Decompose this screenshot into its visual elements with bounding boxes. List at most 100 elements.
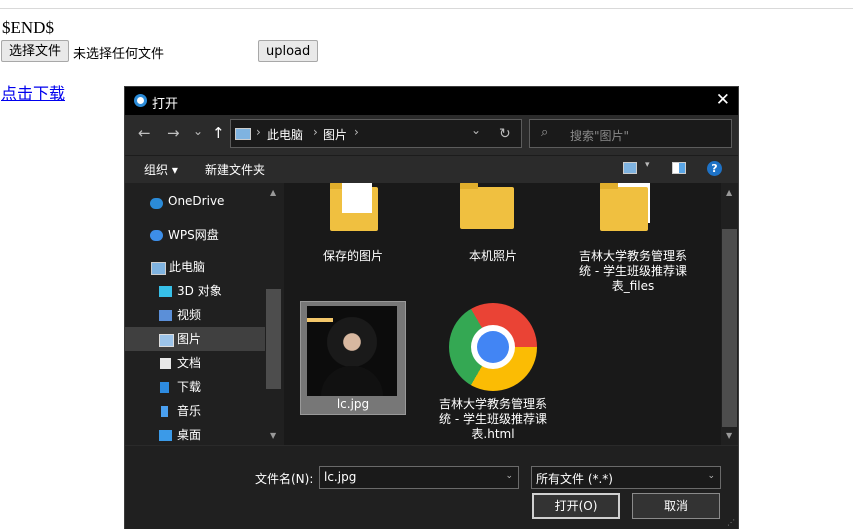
upload-button[interactable]: upload (258, 40, 319, 62)
back-arrow-icon[interactable]: ← (138, 124, 151, 142)
breadcrumb-separator: › (313, 125, 318, 139)
sidebar-item-music[interactable]: 音乐 (125, 399, 265, 423)
sidebar-scrollbar[interactable]: ▲ ▼ (265, 183, 282, 445)
file-item-label: 吉林大学教务管理系统 - 学生班级推荐课表.html (438, 397, 547, 441)
sidebar-item-label: 3D 对象 (177, 284, 222, 298)
file-item-html-files-folder[interactable]: 吉林大学教务管理系统 - 学生班级推荐课表_files (574, 183, 692, 293)
sidebar-item-pictures[interactable]: 图片 (125, 327, 265, 351)
forward-arrow-icon[interactable]: → (167, 124, 180, 142)
sidebar-item-label: WPS网盘 (168, 228, 219, 242)
scroll-up-icon[interactable]: ▲ (726, 188, 732, 197)
sidebar-item-videos[interactable]: 视频 (125, 303, 265, 327)
picture-icon (159, 334, 174, 347)
sidebar-item-this-pc[interactable]: 此电脑 (125, 255, 265, 279)
chrome-icon (449, 303, 537, 391)
filename-label: 文件名(N): (255, 472, 314, 486)
scroll-down-icon[interactable]: ▼ (270, 431, 276, 440)
dialog-title: 打开 (152, 97, 179, 112)
file-list: 保存的图片 本机照片 吉林大学教务管理系统 - 学生班级推荐课表_files l… (284, 183, 721, 445)
choose-file-button[interactable]: 选择文件 (1, 40, 70, 62)
sidebar-item-label: 图片 (177, 332, 202, 346)
file-item-label: lc.jpg (336, 397, 370, 411)
image-thumbnail (307, 306, 397, 396)
file-list-scrollbar[interactable]: ▲ ▼ (721, 183, 738, 445)
sidebar-item-label: 音乐 (177, 404, 202, 418)
file-item-label: 吉林大学教务管理系统 - 学生班级推荐课表_files (578, 249, 687, 293)
folder-preview-thumbnail (342, 183, 372, 213)
search-box[interactable]: ⌕ 搜索"图片" (529, 119, 732, 148)
sidebar-item-label: 下载 (177, 380, 202, 394)
cloud-icon (150, 198, 163, 209)
this-pc-icon (235, 128, 251, 140)
close-icon[interactable]: ✕ (716, 90, 730, 110)
address-bar[interactable]: › 此电脑 › 图片 › ⌄ ↻ (230, 119, 522, 148)
dialog-footer: 文件名(N): lc.jpg ⌄ 所有文件 (*.*) ⌄ 打开(O) 取消 ⋰ (125, 445, 738, 529)
navigation-bar: ← → ⌄ ↑ › 此电脑 › 图片 › ⌄ ↻ ⌕ 搜索"图片" (125, 115, 738, 155)
filename-value: lc.jpg (324, 470, 357, 484)
sidebar-item-label: 文档 (177, 356, 202, 370)
breadcrumb-separator: › (256, 125, 261, 139)
file-item-label: 保存的图片 (322, 249, 383, 263)
breadcrumb-separator: › (354, 125, 359, 139)
recent-locations-icon[interactable]: ⌄ (193, 124, 203, 138)
address-dropdown-icon[interactable]: ⌄ (471, 123, 481, 137)
no-file-status: 未选择任何文件 (73, 47, 165, 62)
file-item-lc-jpg[interactable]: lc.jpg (300, 301, 406, 415)
document-icon (160, 358, 171, 369)
breadcrumb-pictures[interactable]: 图片 (323, 126, 347, 143)
scroll-up-icon[interactable]: ▲ (270, 188, 276, 197)
sidebar-item-label: 桌面 (177, 428, 202, 442)
resize-grip-icon[interactable]: ⋰ (727, 518, 735, 527)
cancel-button[interactable]: 取消 (632, 493, 720, 519)
sidebar-item-label: 视频 (177, 308, 202, 322)
file-item-saved-pictures[interactable]: 保存的图片 (294, 183, 412, 273)
view-options-icon[interactable] (623, 162, 637, 174)
download-icon (160, 382, 169, 393)
file-type-value: 所有文件 (*.*) (536, 472, 613, 486)
open-button[interactable]: 打开(O) (532, 493, 620, 519)
view-dropdown-icon[interactable]: ▾ (645, 160, 650, 170)
scroll-down-icon[interactable]: ▼ (726, 431, 732, 440)
search-icon: ⌕ (541, 125, 549, 140)
file-item-html-page[interactable]: 吉林大学教务管理系统 - 学生班级推荐课表.html (434, 301, 552, 441)
desktop-icon (159, 430, 172, 441)
folder-icon (600, 183, 648, 231)
chevron-down-icon[interactable]: ⌄ (505, 471, 513, 481)
refresh-icon[interactable]: ↻ (499, 126, 511, 142)
download-link[interactable]: 点击下载 (1, 80, 65, 104)
up-arrow-icon[interactable]: ↑ (212, 124, 225, 142)
sidebar-item-3d-objects[interactable]: 3D 对象 (125, 279, 265, 303)
browser-app-icon (134, 94, 147, 107)
computer-icon (151, 262, 166, 275)
sidebar-item-onedrive[interactable]: OneDrive (125, 191, 265, 215)
search-placeholder: 搜索"图片" (570, 129, 630, 143)
file-type-select[interactable]: 所有文件 (*.*) ⌄ (531, 466, 721, 489)
breadcrumb-this-pc[interactable]: 此电脑 (267, 126, 303, 143)
top-divider (0, 8, 853, 9)
navigation-pane: OneDrive WPS网盘 此电脑 3D 对象 视频 图片 文档 下载 音乐 … (125, 183, 283, 445)
filename-input[interactable]: lc.jpg ⌄ (319, 466, 519, 489)
sidebar-item-desktop[interactable]: 桌面 (125, 423, 265, 447)
help-icon[interactable]: ? (707, 161, 722, 176)
organize-menu[interactable]: 组织 ▾ (144, 161, 178, 178)
chevron-down-icon[interactable]: ⌄ (707, 471, 715, 481)
dialog-titlebar: 打开 ✕ (125, 87, 738, 115)
open-file-dialog: 打开 ✕ ← → ⌄ ↑ › 此电脑 › 图片 › ⌄ ↻ ⌕ 搜索"图片" 组… (124, 86, 739, 529)
video-icon (159, 310, 172, 321)
file-item-label: 本机照片 (468, 249, 517, 263)
command-toolbar: 组织 ▾ 新建文件夹 ▾ ? (125, 155, 738, 183)
sidebar-item-documents[interactable]: 文档 (125, 351, 265, 375)
sidebar-item-downloads[interactable]: 下载 (125, 375, 265, 399)
preview-pane-icon[interactable] (672, 162, 686, 174)
sidebar-scroll-thumb[interactable] (266, 289, 281, 389)
sidebar-item-wps[interactable]: WPS网盘 (125, 223, 265, 247)
file-item-local-photos[interactable]: 本机照片 (434, 183, 552, 273)
folder-icon (460, 183, 514, 229)
cube-icon (159, 286, 172, 297)
file-list-scroll-thumb[interactable] (722, 229, 737, 427)
end-marker-text: $END$ (2, 18, 54, 37)
sidebar-item-label: OneDrive (168, 194, 225, 208)
new-folder-button[interactable]: 新建文件夹 (205, 161, 265, 178)
cloud-icon (150, 230, 163, 241)
music-icon (161, 406, 168, 417)
